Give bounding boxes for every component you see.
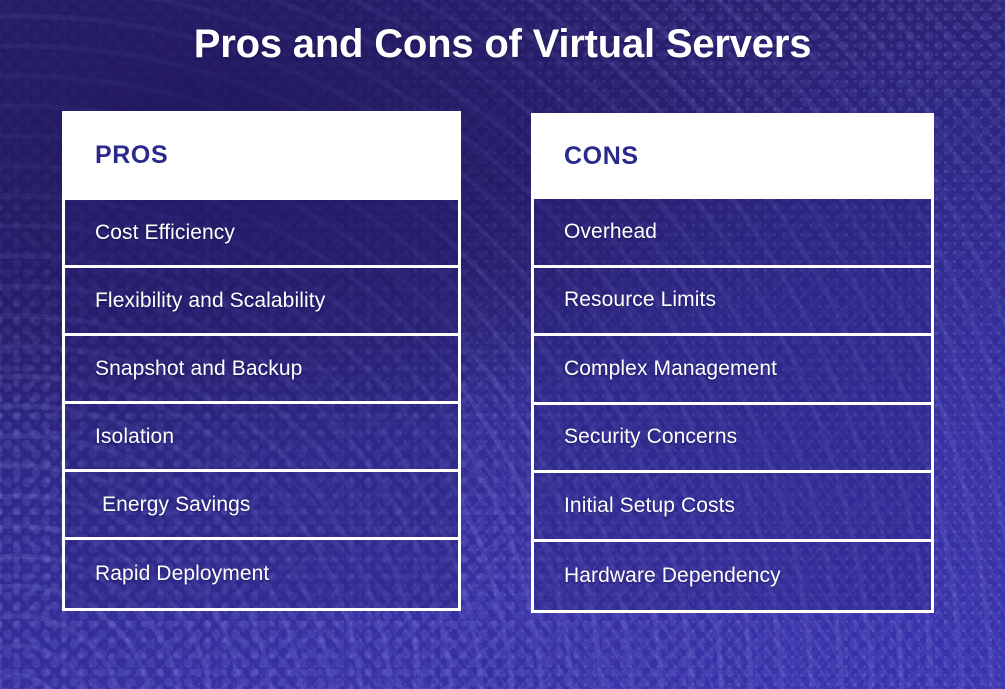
list-item-label: Overhead — [564, 219, 658, 243]
list-item-label: Isolation — [95, 424, 175, 448]
list-item[interactable]: Resource Limits — [534, 267, 931, 336]
list-item[interactable]: Cost Efficiency — [65, 200, 458, 268]
pros-item-list: Cost Efficiency Flexibility and Scalabil… — [62, 200, 461, 611]
list-item[interactable]: Hardware Dependency — [534, 541, 931, 610]
list-item-label: Flexibility and Scalability — [95, 288, 326, 312]
list-item-label: Energy Savings — [102, 492, 251, 516]
list-item-label: Complex Management — [564, 356, 778, 380]
list-item-label: Initial Setup Costs — [564, 493, 736, 517]
list-item[interactable]: Flexibility and Scalability — [65, 268, 458, 336]
list-item[interactable]: Complex Management — [534, 336, 931, 405]
list-item[interactable]: Overhead — [534, 199, 931, 268]
list-item-label: Cost Efficiency — [95, 220, 235, 244]
list-item-label: Resource Limits — [564, 288, 717, 312]
list-item-label: Rapid Deployment — [95, 562, 270, 585]
list-item[interactable]: Snapshot and Backup — [65, 336, 458, 404]
list-item[interactable]: Isolation — [65, 404, 458, 472]
list-item-label: Snapshot and Backup — [95, 356, 303, 380]
pros-card-header: PROS — [62, 111, 461, 200]
comparison-columns: PROS Cost Efficiency Flexibility and Sca… — [0, 0, 1005, 689]
list-item[interactable]: Energy Savings — [65, 472, 458, 540]
list-item[interactable]: Security Concerns — [534, 404, 931, 473]
list-item-label: Hardware Dependency — [564, 563, 781, 587]
slide-canvas: Pros and Cons of Virtual Servers PROS Co… — [0, 0, 1005, 689]
list-item-label: Security Concerns — [564, 425, 738, 449]
pros-card: PROS Cost Efficiency Flexibility and Sca… — [62, 111, 461, 611]
list-item[interactable]: Initial Setup Costs — [534, 473, 931, 542]
pros-header-label: PROS — [95, 141, 169, 169]
list-item[interactable]: Rapid Deployment — [65, 540, 458, 608]
cons-item-list: Overhead Resource Limits Complex Managem… — [531, 199, 934, 613]
cons-header-label: CONS — [564, 141, 639, 170]
cons-card-header: CONS — [531, 113, 934, 199]
cons-card: CONS Overhead Resource Limits Complex Ma… — [531, 113, 934, 613]
